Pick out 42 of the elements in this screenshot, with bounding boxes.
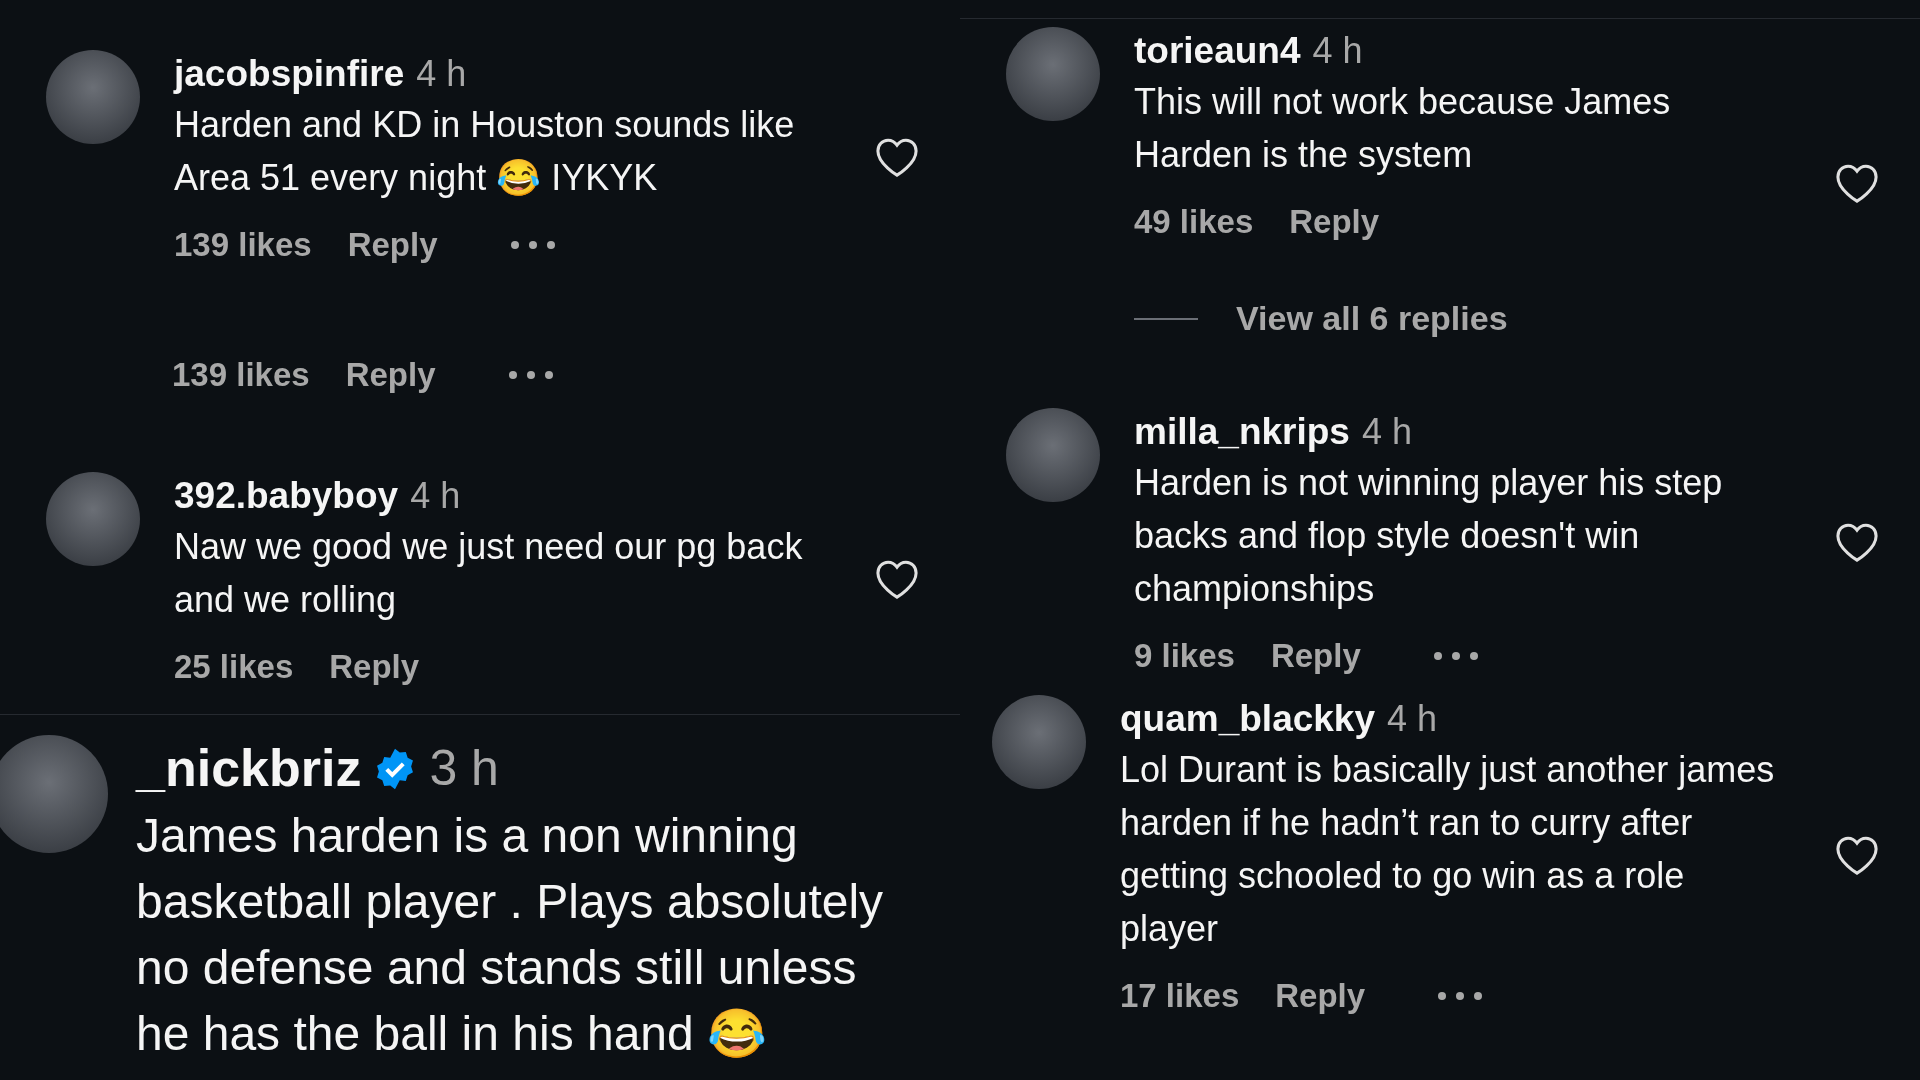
comment-time: 4 h: [1361, 409, 1412, 454]
username[interactable]: 392.babyboy: [174, 472, 399, 521]
comment-text: Harden and KD in Houston sounds like Area 51 every night 😂 IYKYK: [174, 103, 796, 201]
comment-text: This will not work because James Harden is the system: [1134, 80, 1672, 178]
more-icon: [1437, 991, 1484, 1002]
comment-text: Naw we good we just need our pg back and we rolling: [174, 525, 804, 623]
more-button[interactable]: [1437, 991, 1484, 1002]
more-button[interactable]: [1432, 651, 1479, 662]
likes-count: 139 likes: [174, 226, 312, 265]
likes-count: 25 likes: [174, 648, 294, 687]
like-heart-icon[interactable]: [874, 558, 920, 601]
comment-time: 4 h: [410, 473, 461, 518]
reply-link[interactable]: Reply: [329, 648, 420, 687]
likes-count: 17 likes: [1120, 977, 1240, 1016]
comment-time: 3 h: [429, 739, 499, 799]
username[interactable]: _nickbriz: [136, 735, 362, 803]
reply-link[interactable]: Reply: [347, 226, 438, 265]
comment-time: 4 h: [1387, 696, 1438, 741]
more-icon: [509, 240, 556, 251]
likes-count: 139 likes: [172, 356, 310, 395]
comment-time: 4 h: [416, 51, 467, 96]
likes-count: 49 likes: [1134, 203, 1254, 242]
reply-link[interactable]: Reply: [1275, 977, 1366, 1016]
like-heart-icon[interactable]: [1834, 834, 1880, 877]
reply-link[interactable]: Reply: [1289, 203, 1380, 242]
likes-count: 9 likes: [1134, 637, 1235, 676]
username[interactable]: quam_blackky: [1120, 695, 1376, 744]
comment-text: James harden is a non winning basketball player . Plays absolutely no defense and stands still unless he has the ball in his hand 😂: [136, 807, 885, 1062]
more-button[interactable]: [507, 370, 554, 381]
username[interactable]: milla_nkrips: [1134, 408, 1350, 457]
more-button[interactable]: [509, 240, 556, 251]
username[interactable]: torieaun4: [1134, 27, 1301, 76]
comment-time: 4 h: [1312, 28, 1363, 73]
comment-text: Harden is not winning player his step backs and flop style doesn't win championships: [1134, 461, 1724, 612]
more-icon: [507, 370, 554, 381]
like-heart-icon[interactable]: [874, 136, 920, 179]
username[interactable]: jacobspinfire: [174, 50, 405, 99]
comment-text: Lol Durant is basically just another james harden if he hadn’t ran to curry after getting schooled to go win as a role player: [1120, 748, 1776, 952]
reply-link[interactable]: Reply: [1270, 637, 1361, 676]
reply-link[interactable]: Reply: [345, 356, 436, 395]
view-replies-link[interactable]: View all 6 replies: [1236, 299, 1508, 339]
more-icon: [1432, 651, 1479, 662]
